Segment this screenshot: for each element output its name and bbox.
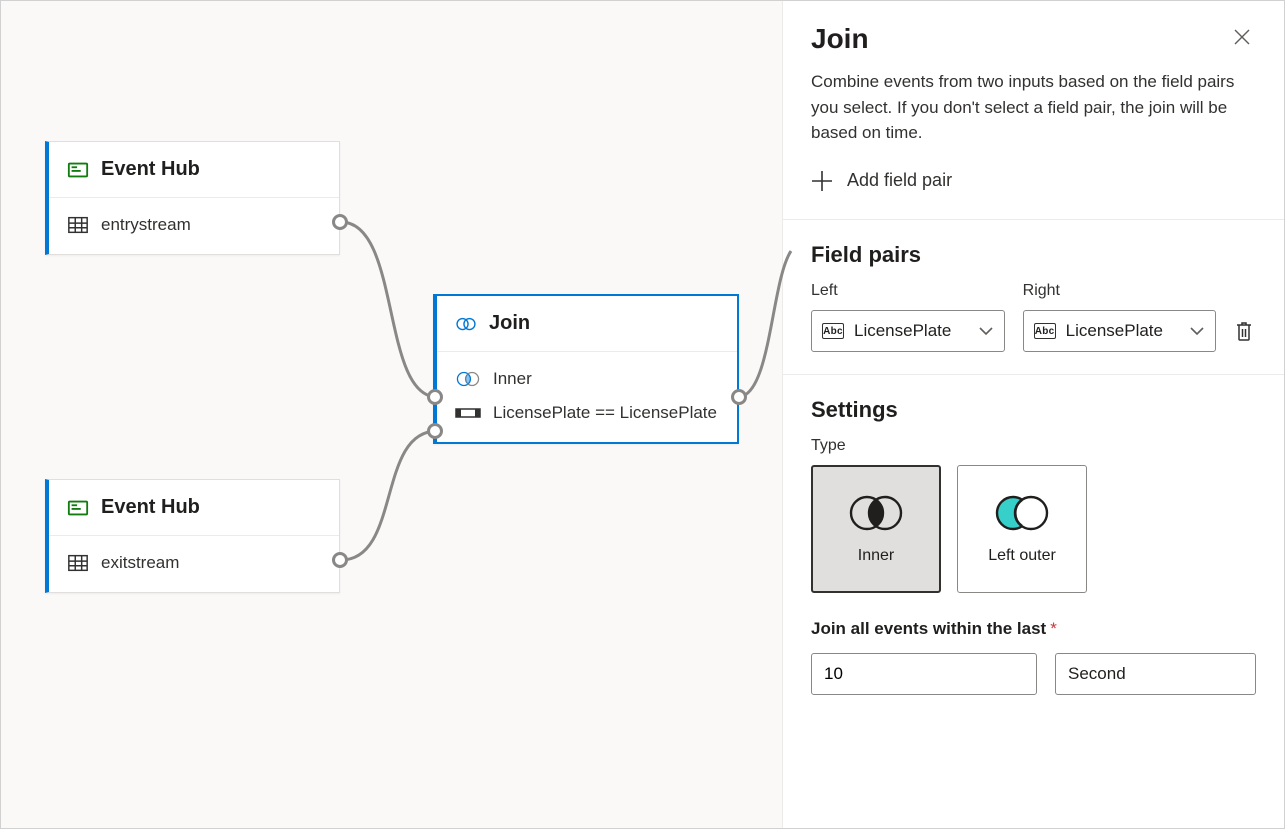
chevron-down-icon bbox=[1189, 323, 1205, 339]
right-field-value: LicensePlate bbox=[1066, 321, 1180, 341]
string-type-icon: Abc bbox=[1034, 323, 1056, 339]
join-icon bbox=[455, 313, 477, 335]
node-output-port[interactable] bbox=[731, 389, 747, 405]
node-title: Join bbox=[489, 312, 530, 335]
field-pairs-heading: Field pairs bbox=[811, 242, 1256, 268]
join-condition: LicensePlate == LicensePlate bbox=[493, 403, 717, 423]
duration-label: Join all events within the last* bbox=[811, 619, 1256, 639]
table-icon bbox=[67, 552, 89, 574]
event-hub-icon bbox=[67, 497, 89, 519]
designer-canvas[interactable]: Event Hub entrystream Event Hub bbox=[1, 1, 782, 828]
duration-unit-value: Second bbox=[1068, 664, 1233, 684]
delete-pair-button[interactable] bbox=[1234, 320, 1256, 344]
string-type-icon: Abc bbox=[822, 323, 844, 339]
plus-icon bbox=[811, 170, 833, 192]
join-config-panel: Join Combine events from two inputs base… bbox=[782, 1, 1284, 828]
duration-unit-dropdown[interactable]: Second bbox=[1055, 653, 1256, 695]
join-mode: Inner bbox=[493, 369, 532, 389]
node-title: Event Hub bbox=[101, 496, 200, 519]
left-field-value: LicensePlate bbox=[854, 321, 968, 341]
divider bbox=[783, 374, 1284, 375]
node-title: Event Hub bbox=[101, 158, 200, 181]
required-indicator: * bbox=[1050, 619, 1057, 638]
node-event-hub-2[interactable]: Event Hub exitstream bbox=[45, 479, 340, 593]
node-event-hub-1[interactable]: Event Hub entrystream bbox=[45, 141, 340, 255]
join-type-left-outer[interactable]: Left outer bbox=[957, 465, 1087, 593]
inner-join-icon bbox=[845, 493, 907, 533]
inner-join-icon bbox=[455, 368, 481, 390]
settings-heading: Settings bbox=[811, 397, 1256, 423]
table-icon bbox=[67, 214, 89, 236]
trash-icon bbox=[1234, 320, 1254, 342]
left-label: Left bbox=[811, 282, 1005, 300]
panel-title: Join bbox=[811, 23, 869, 55]
close-icon bbox=[1234, 29, 1250, 45]
close-button[interactable] bbox=[1228, 23, 1256, 51]
join-type-left-outer-label: Left outer bbox=[988, 547, 1056, 565]
divider bbox=[783, 219, 1284, 220]
panel-description: Combine events from two inputs based on … bbox=[811, 69, 1251, 146]
add-field-pair-label: Add field pair bbox=[847, 170, 952, 191]
add-field-pair-button[interactable]: Add field pair bbox=[811, 170, 952, 192]
node-input-port[interactable] bbox=[427, 389, 443, 405]
node-join[interactable]: Join Inner LicensePlate == LicensePlate bbox=[433, 294, 739, 444]
left-field-dropdown[interactable]: Abc LicensePlate bbox=[811, 310, 1005, 352]
right-field-dropdown[interactable]: Abc LicensePlate bbox=[1023, 310, 1217, 352]
node-output-port[interactable] bbox=[332, 214, 348, 230]
stream-name: exitstream bbox=[101, 553, 179, 573]
right-label: Right bbox=[1023, 282, 1217, 300]
node-input-port[interactable] bbox=[427, 423, 443, 439]
type-label: Type bbox=[811, 437, 1256, 455]
event-hub-icon bbox=[67, 159, 89, 181]
left-outer-join-icon bbox=[991, 493, 1053, 533]
stream-name: entrystream bbox=[101, 215, 191, 235]
chevron-down-icon bbox=[978, 323, 994, 339]
field-icon bbox=[455, 402, 481, 424]
join-type-inner[interactable]: Inner bbox=[811, 465, 941, 593]
join-type-inner-label: Inner bbox=[858, 547, 894, 565]
duration-value-input[interactable] bbox=[811, 653, 1037, 695]
node-output-port[interactable] bbox=[332, 552, 348, 568]
